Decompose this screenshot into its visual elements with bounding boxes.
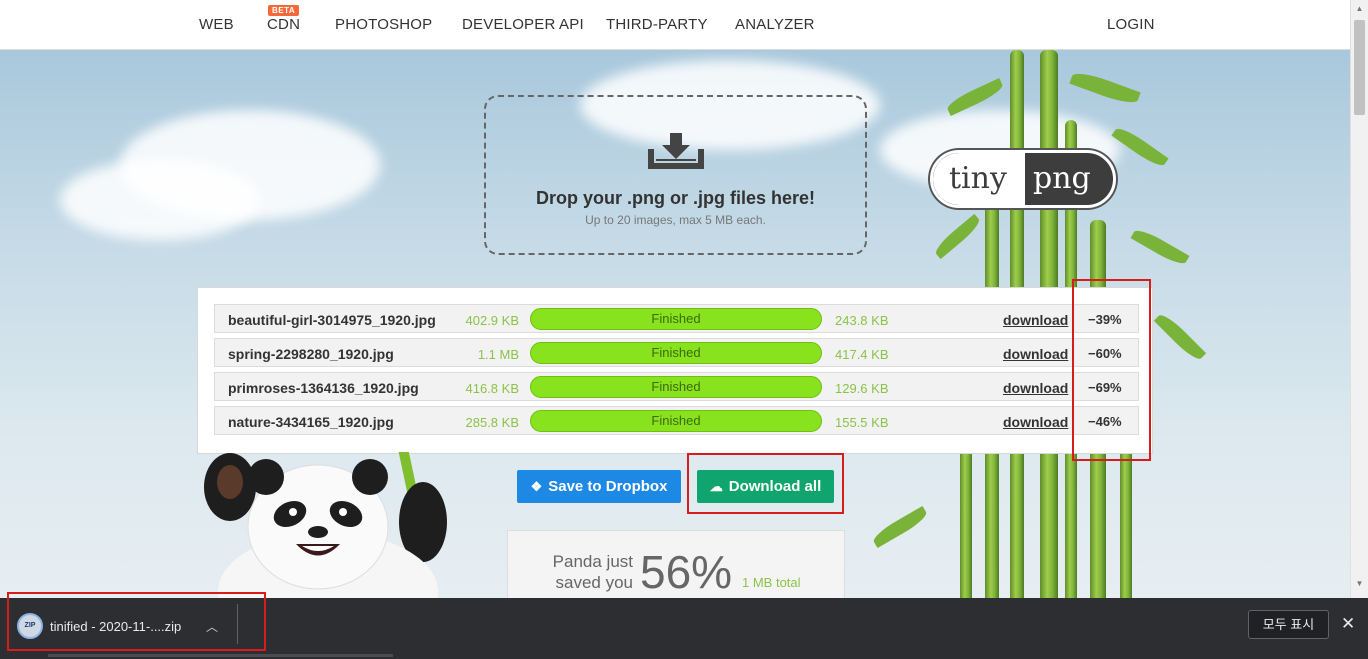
progress-status: Finished — [651, 311, 701, 326]
download-link[interactable]: download — [1003, 380, 1068, 396]
download-bar-track — [48, 654, 393, 657]
original-size: 402.9 KB — [465, 313, 520, 328]
download-link[interactable]: download — [1003, 312, 1068, 328]
top-nav: WEB CDN BETA PHOTOSHOP DEVELOPER API THI… — [0, 0, 1350, 50]
original-size: 1.1 MB — [477, 347, 519, 362]
tinypng-logo[interactable]: tiny png — [930, 150, 1116, 208]
download-link[interactable]: download — [1003, 346, 1068, 362]
file-drop-zone[interactable]: Drop your .png or .jpg files here! Up to… — [484, 95, 867, 255]
nav-item-analyzer[interactable]: ANALYZER — [735, 16, 815, 33]
logo-png-text: png — [1033, 161, 1091, 196]
scroll-down-icon[interactable]: ▼ — [1351, 575, 1368, 592]
savings-caption-line1: Panda just — [552, 552, 633, 571]
progress-bar: Finished — [530, 308, 822, 330]
nav-item-photoshop[interactable]: PHOTOSHOP — [335, 16, 432, 33]
compressed-size: 129.6 KB — [835, 381, 889, 396]
dropbox-icon: ❖ — [530, 479, 543, 494]
dropzone-title: Drop your .png or .jpg files here! — [535, 188, 816, 208]
progress-bar: Finished — [530, 410, 822, 432]
savings-caption-line2: saved you — [555, 573, 634, 592]
scroll-up-icon[interactable]: ▲ — [1351, 0, 1368, 17]
compressed-size: 243.8 KB — [835, 313, 889, 328]
file-row: primroses-1364136_1920.jpg 416.8 KB Fini… — [214, 372, 1139, 401]
scroll-thumb[interactable] — [1354, 20, 1365, 115]
file-name: beautiful-girl-3014975_1920.jpg — [228, 312, 436, 328]
browser-viewport: WEB CDN BETA PHOTOSHOP DEVELOPER API THI… — [0, 0, 1368, 659]
file-row: nature-3434165_1920.jpg 285.8 KB Finishe… — [214, 406, 1139, 435]
save-to-dropbox-button[interactable]: ❖ Save to Dropbox — [517, 470, 681, 503]
panda-illustration — [204, 452, 447, 612]
savings-percent: 56% — [640, 546, 733, 598]
results-panel: beautiful-girl-3014975_1920.jpg 402.9 KB… — [197, 287, 1153, 454]
file-name: nature-3434165_1920.jpg — [228, 414, 394, 430]
original-size: 285.8 KB — [465, 415, 520, 430]
file-row: beautiful-girl-3014975_1920.jpg 402.9 KB… — [214, 304, 1139, 333]
dropzone-subtitle: Up to 20 images, max 5 MB each. — [585, 213, 766, 227]
compressed-size: 155.5 KB — [835, 415, 889, 430]
vertical-scrollbar[interactable]: ▲ ▼ — [1350, 0, 1368, 610]
beta-badge: BETA — [268, 5, 300, 16]
highlight-downloaded-file — [7, 592, 266, 651]
progress-bar: Finished — [530, 376, 822, 398]
login-link[interactable]: LOGIN — [1107, 16, 1155, 33]
progress-bar: Finished — [530, 342, 822, 364]
logo-tiny-text: tiny — [933, 153, 1025, 205]
highlight-saving-column — [1072, 279, 1151, 461]
close-icon[interactable]: ✕ — [1341, 614, 1355, 634]
nav-item-cdn[interactable]: CDN — [267, 16, 300, 33]
file-name: primroses-1364136_1920.jpg — [228, 380, 419, 396]
progress-status: Finished — [651, 345, 701, 360]
show-all-button[interactable]: 모두 표시 — [1248, 610, 1329, 639]
file-name: spring-2298280_1920.jpg — [228, 346, 394, 362]
nav-item-developer-api[interactable]: DEVELOPER API — [462, 16, 584, 33]
file-row: spring-2298280_1920.jpg 1.1 MB Finished … — [214, 338, 1139, 367]
savings-caption: Panda just saved you — [538, 551, 633, 593]
dropbox-button-label: Save to Dropbox — [548, 478, 668, 495]
progress-status: Finished — [651, 379, 701, 394]
highlight-download-all — [687, 453, 844, 514]
progress-status: Finished — [651, 413, 701, 428]
compressed-size: 417.4 KB — [835, 347, 889, 362]
nav-item-web[interactable]: WEB — [199, 16, 234, 33]
nav-item-third-party[interactable]: THIRD-PARTY — [606, 16, 708, 33]
savings-total: 1 MB total — [742, 575, 801, 590]
download-link[interactable]: download — [1003, 414, 1068, 430]
original-size: 416.8 KB — [465, 381, 520, 396]
cloud — [60, 160, 260, 240]
download-tray-icon — [648, 133, 704, 169]
